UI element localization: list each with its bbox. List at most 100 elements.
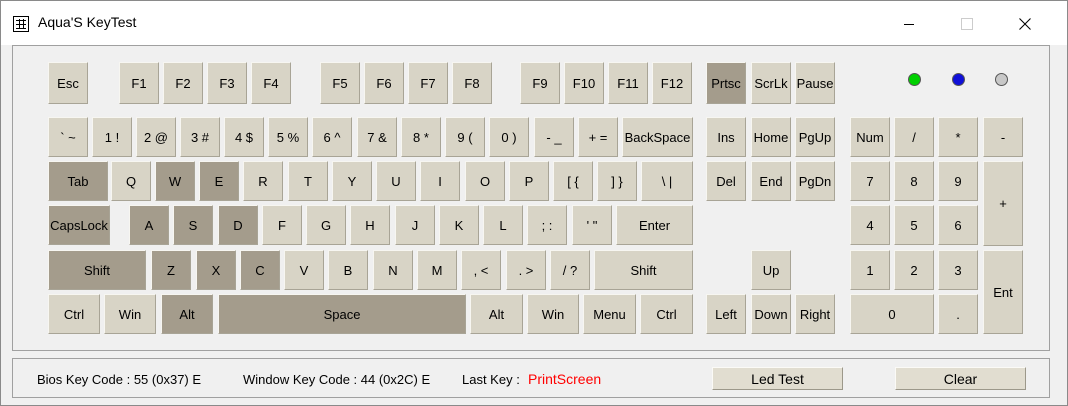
key-right[interactable]: Right bbox=[795, 294, 835, 334]
key-equal[interactable]: + = bbox=[578, 117, 618, 157]
key-right-alt[interactable]: Alt bbox=[470, 294, 523, 334]
key-f7[interactable]: F7 bbox=[408, 62, 448, 104]
key-right-bracket[interactable]: ] } bbox=[597, 161, 637, 201]
key-left-alt[interactable]: Alt bbox=[161, 294, 213, 334]
key-end[interactable]: End bbox=[751, 161, 791, 201]
key-f5[interactable]: F5 bbox=[320, 62, 360, 104]
key-slash[interactable]: / ? bbox=[550, 250, 590, 290]
key-num-minus[interactable]: - bbox=[983, 117, 1023, 157]
key-digit6[interactable]: 6 ^ bbox=[312, 117, 352, 157]
key-digit0[interactable]: 0 ) bbox=[489, 117, 529, 157]
key-t[interactable]: T bbox=[288, 161, 328, 201]
key-comma[interactable]: , < bbox=[461, 250, 501, 290]
key-backspace[interactable]: BackSpace bbox=[622, 117, 693, 157]
key-f3[interactable]: F3 bbox=[207, 62, 247, 104]
key-digit2[interactable]: 2 @ bbox=[136, 117, 176, 157]
key-del[interactable]: Del bbox=[706, 161, 746, 201]
key-ins[interactable]: Ins bbox=[706, 117, 746, 157]
close-button[interactable] bbox=[1002, 7, 1048, 41]
key-num1[interactable]: 1 bbox=[850, 250, 890, 290]
key-f10[interactable]: F10 bbox=[564, 62, 604, 104]
key-scrlk[interactable]: ScrLk bbox=[751, 62, 791, 104]
key-digit8[interactable]: 8 * bbox=[401, 117, 441, 157]
key-num-multiply[interactable]: * bbox=[938, 117, 978, 157]
key-enter[interactable]: Enter bbox=[616, 205, 693, 245]
key-home[interactable]: Home bbox=[751, 117, 791, 157]
key-m[interactable]: M bbox=[417, 250, 457, 290]
key-num-decimal[interactable]: . bbox=[938, 294, 978, 334]
key-left-win[interactable]: Win bbox=[104, 294, 156, 334]
minimize-button[interactable] bbox=[886, 7, 932, 41]
key-left[interactable]: Left bbox=[706, 294, 746, 334]
key-num7[interactable]: 7 bbox=[850, 161, 890, 201]
key-right-win[interactable]: Win bbox=[527, 294, 579, 334]
key-x[interactable]: X bbox=[196, 250, 236, 290]
key-f[interactable]: F bbox=[262, 205, 302, 245]
key-digit9[interactable]: 9 ( bbox=[445, 117, 485, 157]
key-capslock[interactable]: CapsLock bbox=[48, 205, 110, 245]
key-down[interactable]: Down bbox=[751, 294, 791, 334]
key-digit5[interactable]: 5 % bbox=[268, 117, 308, 157]
key-u[interactable]: U bbox=[376, 161, 416, 201]
key-numlock[interactable]: Num bbox=[850, 117, 890, 157]
key-k[interactable]: K bbox=[439, 205, 479, 245]
key-num6[interactable]: 6 bbox=[938, 205, 978, 245]
key-z[interactable]: Z bbox=[151, 250, 191, 290]
key-num5[interactable]: 5 bbox=[894, 205, 934, 245]
key-tab[interactable]: Tab bbox=[48, 161, 108, 201]
key-c[interactable]: C bbox=[240, 250, 280, 290]
key-space[interactable]: Space bbox=[218, 294, 466, 334]
key-n[interactable]: N bbox=[373, 250, 413, 290]
key-b[interactable]: B bbox=[328, 250, 368, 290]
key-esc[interactable]: Esc bbox=[48, 62, 88, 104]
key-e[interactable]: E bbox=[199, 161, 239, 201]
key-r[interactable]: R bbox=[243, 161, 283, 201]
key-f12[interactable]: F12 bbox=[652, 62, 692, 104]
key-f1[interactable]: F1 bbox=[119, 62, 159, 104]
key-v[interactable]: V bbox=[284, 250, 324, 290]
key-left-ctrl[interactable]: Ctrl bbox=[48, 294, 100, 334]
key-period[interactable]: . > bbox=[506, 250, 546, 290]
key-num0[interactable]: 0 bbox=[850, 294, 934, 334]
key-pgup[interactable]: PgUp bbox=[795, 117, 835, 157]
title-bar[interactable]: Aqua'S KeyTest bbox=[1, 1, 1067, 45]
key-d[interactable]: D bbox=[218, 205, 258, 245]
key-backtick[interactable]: ` ~ bbox=[48, 117, 88, 157]
maximize-button[interactable] bbox=[944, 7, 990, 41]
key-right-ctrl[interactable]: Ctrl bbox=[640, 294, 693, 334]
key-s[interactable]: S bbox=[173, 205, 213, 245]
key-f8[interactable]: F8 bbox=[452, 62, 492, 104]
led-test-button[interactable]: Led Test bbox=[712, 367, 843, 390]
key-left-bracket[interactable]: [ { bbox=[553, 161, 593, 201]
key-digit1[interactable]: 1 ! bbox=[92, 117, 132, 157]
key-y[interactable]: Y bbox=[332, 161, 372, 201]
key-g[interactable]: G bbox=[306, 205, 346, 245]
key-num-enter[interactable]: Ent bbox=[983, 250, 1023, 334]
clear-button[interactable]: Clear bbox=[895, 367, 1026, 390]
key-f4[interactable]: F4 bbox=[251, 62, 291, 104]
key-prtsc[interactable]: Prtsc bbox=[706, 62, 746, 104]
key-f9[interactable]: F9 bbox=[520, 62, 560, 104]
key-backslash[interactable]: \ | bbox=[641, 161, 693, 201]
key-semicolon[interactable]: ; : bbox=[527, 205, 567, 245]
key-left-shift[interactable]: Shift bbox=[48, 250, 146, 290]
key-menu[interactable]: Menu bbox=[583, 294, 636, 334]
key-j[interactable]: J bbox=[395, 205, 435, 245]
key-num-plus[interactable]: + bbox=[983, 161, 1023, 246]
key-l[interactable]: L bbox=[483, 205, 523, 245]
key-num3[interactable]: 3 bbox=[938, 250, 978, 290]
key-pause[interactable]: Pause bbox=[795, 62, 835, 104]
key-num2[interactable]: 2 bbox=[894, 250, 934, 290]
key-w[interactable]: W bbox=[155, 161, 195, 201]
key-i[interactable]: I bbox=[420, 161, 460, 201]
key-digit4[interactable]: 4 $ bbox=[224, 117, 264, 157]
key-quote[interactable]: ' " bbox=[572, 205, 612, 245]
key-o[interactable]: O bbox=[465, 161, 505, 201]
key-minus[interactable]: - _ bbox=[534, 117, 574, 157]
key-num9[interactable]: 9 bbox=[938, 161, 978, 201]
key-a[interactable]: A bbox=[129, 205, 169, 245]
key-f6[interactable]: F6 bbox=[364, 62, 404, 104]
key-digit7[interactable]: 7 & bbox=[357, 117, 397, 157]
key-pgdn[interactable]: PgDn bbox=[795, 161, 835, 201]
key-num4[interactable]: 4 bbox=[850, 205, 890, 245]
